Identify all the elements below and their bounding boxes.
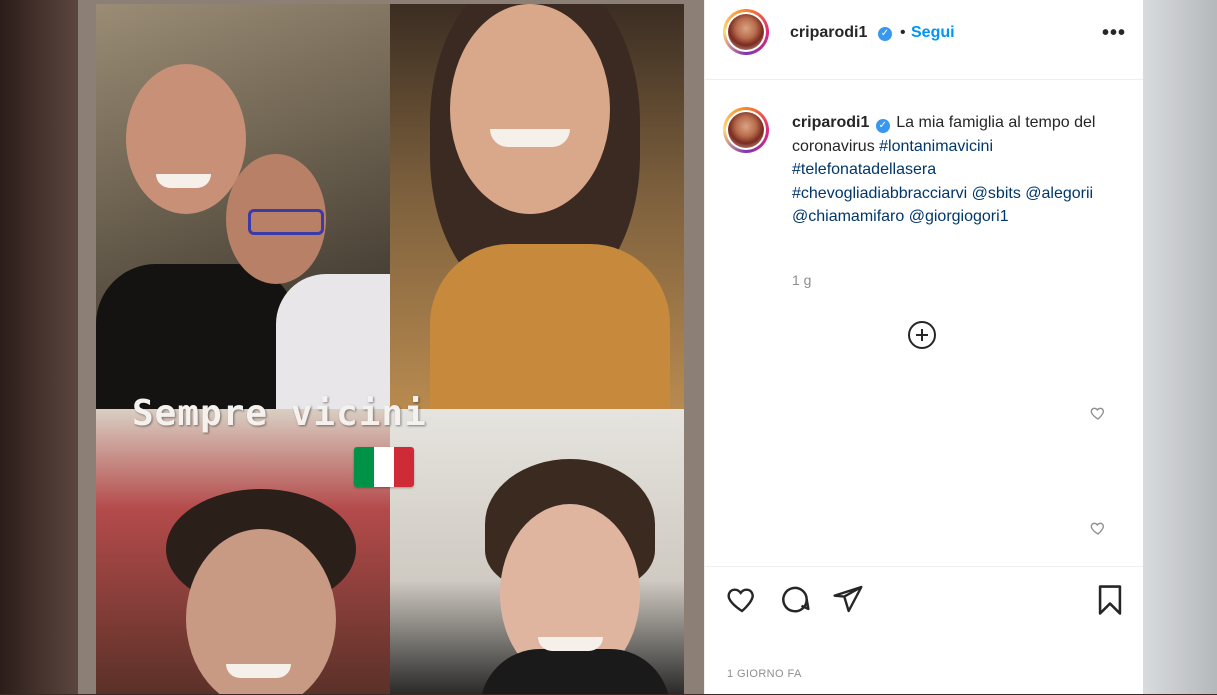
smile bbox=[538, 637, 603, 651]
verified-badge-icon: ✓ bbox=[878, 27, 892, 41]
mention-link[interactable]: @sbits bbox=[972, 185, 1021, 202]
glasses bbox=[248, 209, 324, 235]
post-actions: 1 GIORNO FA bbox=[705, 566, 1143, 695]
mention-link[interactable]: @chiamamifaro bbox=[792, 208, 904, 225]
separator-dot: • bbox=[900, 24, 906, 41]
collage-tile-parents bbox=[96, 4, 390, 409]
background-left bbox=[0, 0, 78, 694]
person-face bbox=[450, 4, 610, 214]
collage-tile-daughter-2 bbox=[390, 409, 684, 694]
post-image[interactable] bbox=[78, 0, 704, 694]
video-call-collage bbox=[96, 4, 684, 694]
person-body bbox=[430, 244, 670, 409]
hashtag-link[interactable]: #telefonatadellasera bbox=[792, 161, 936, 178]
comment-like-heart-icon[interactable] bbox=[1090, 520, 1106, 536]
mention-link[interactable]: @giorgiogori1 bbox=[909, 208, 1009, 225]
collage-tile-son bbox=[96, 409, 390, 694]
caption-age: 1 g bbox=[792, 272, 812, 288]
italian-flag-icon bbox=[354, 447, 414, 487]
hashtag-link[interactable]: #chevogliadiabbracciarvi bbox=[792, 185, 967, 202]
story-overlay-text: Sempre vicini bbox=[132, 393, 427, 434]
bookmark-icon[interactable] bbox=[1093, 583, 1127, 617]
smile bbox=[226, 664, 291, 678]
send-icon[interactable] bbox=[831, 583, 865, 615]
mention-link[interactable]: @alegorii bbox=[1025, 185, 1093, 202]
username-link[interactable]: criparodi1 bbox=[790, 24, 867, 42]
collage-tile-daughter bbox=[390, 4, 684, 409]
comment-icon[interactable] bbox=[778, 583, 812, 616]
plus-circle-icon[interactable] bbox=[908, 321, 936, 349]
avatar[interactable] bbox=[723, 9, 769, 55]
smile bbox=[490, 129, 570, 147]
smile bbox=[156, 174, 211, 188]
person-body bbox=[96, 264, 296, 409]
follow-button[interactable]: Segui bbox=[911, 24, 955, 42]
background-right bbox=[1142, 0, 1217, 694]
post-header: criparodi1 ✓ • Segui ••• bbox=[705, 0, 1143, 80]
post-details-panel: criparodi1 ✓ • Segui ••• criparodi1 ✓ La… bbox=[704, 0, 1143, 694]
post-caption: criparodi1 ✓ La mia famiglia al tempo de… bbox=[792, 111, 1112, 229]
verified-badge-icon: ✓ bbox=[875, 119, 890, 133]
more-options-icon[interactable]: ••• bbox=[1102, 22, 1126, 45]
caption-username-link[interactable]: criparodi1 bbox=[792, 114, 869, 131]
post-date: 1 GIORNO FA bbox=[727, 668, 802, 680]
comment-like-heart-icon[interactable] bbox=[1090, 405, 1106, 421]
heart-icon[interactable] bbox=[725, 583, 759, 615]
person-face bbox=[126, 64, 246, 214]
person-body bbox=[276, 274, 390, 409]
person-body bbox=[480, 649, 670, 694]
hashtag-link[interactable]: #lontanimavicini bbox=[879, 138, 993, 155]
caption-avatar[interactable] bbox=[723, 107, 769, 153]
